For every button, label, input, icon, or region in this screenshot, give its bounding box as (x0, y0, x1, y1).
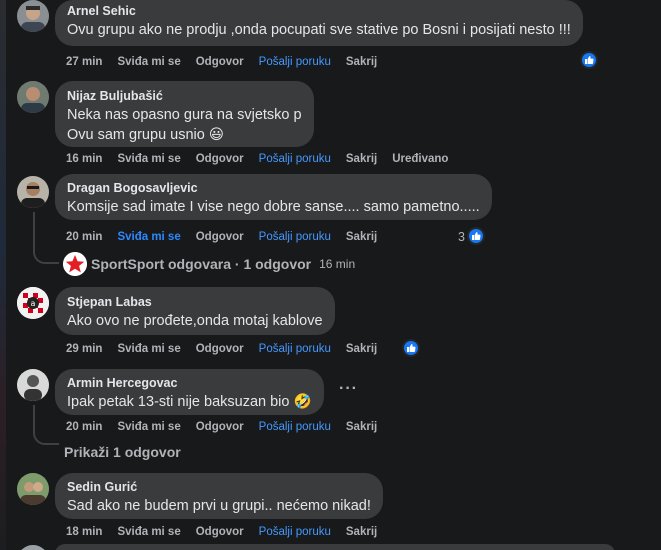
hide-button[interactable]: Sakrij (346, 526, 377, 538)
send-message-link[interactable]: Pošalji poruku (259, 56, 331, 68)
comment-text: Ovu grupu ako ne prodju ,onda pocupati s… (67, 22, 571, 38)
comment-actions: 18 min Sviđa mi se Odgovor Pošalji poruk… (66, 526, 392, 538)
reply-summary-row[interactable]: SportSport odgovara · 1 odgovor 16 min (91, 256, 355, 272)
thread-connector (33, 212, 59, 264)
comment-text: Komsije sad imate I vise nego dobre sans… (67, 199, 480, 215)
more-options-icon[interactable]: ··· (339, 380, 358, 398)
like-button[interactable]: Sviđa mi se (117, 153, 180, 165)
comment-bubble: Nijaz Buljubašić Neka nas opasno gura na… (55, 81, 314, 147)
comment-actions: 16 min Sviđa mi se Odgovor Pošalji poruk… (66, 153, 463, 165)
send-message-link[interactable]: Pošalji poruku (259, 343, 331, 355)
avatar[interactable] (17, 473, 49, 505)
reply-button[interactable]: Odgovor (196, 153, 244, 165)
hide-button[interactable]: Sakrij (346, 153, 377, 165)
hide-button[interactable]: Sakrij (346, 231, 377, 243)
comment-actions: 20 min Sviđa mi se Odgovor Pošalji poruk… (66, 231, 392, 243)
comment-bubble: Stjepan Labas Ako ovo ne prođete,onda mo… (55, 287, 335, 335)
thumbs-up-icon[interactable] (467, 227, 485, 245)
like-button[interactable]: Sviđa mi se (117, 56, 180, 68)
comment-time[interactable]: 20 min (66, 231, 102, 243)
like-button[interactable]: Sviđa mi se (117, 231, 180, 243)
show-replies-button[interactable]: Prikaži 1 odgovor (64, 444, 181, 460)
comment-actions: 27 min Sviđa mi se Odgovor Pošalji poruk… (66, 56, 392, 68)
comment-actions: 29 min Sviđa mi se Odgovor Pošalji poruk… (66, 343, 392, 355)
reply-button[interactable]: Odgovor (196, 526, 244, 538)
comment-time[interactable]: 27 min (66, 56, 102, 68)
comment-author[interactable]: Armin Hercegovac (67, 375, 312, 392)
left-edge-strip (0, 0, 6, 550)
reaction-count[interactable]: 3 (458, 230, 465, 244)
hide-button[interactable]: Sakrij (346, 421, 377, 433)
avatar[interactable] (17, 369, 49, 401)
comment-bubble: Arnel Sehic Ovu grupu ako ne prodju ,ond… (55, 0, 583, 46)
reply-button[interactable]: Odgovor (196, 421, 244, 433)
send-message-link[interactable]: Pošalji poruku (259, 231, 331, 243)
comment-author[interactable]: Stjepan Labas (67, 294, 323, 311)
comment-time[interactable]: 16 min (66, 153, 102, 165)
comment-author[interactable]: Dragan Bogosavljevic (67, 180, 480, 197)
comment-time[interactable]: 20 min (66, 421, 102, 433)
like-button[interactable]: Sviđa mi se (117, 421, 180, 433)
reply-button[interactable]: Odgovor (196, 231, 244, 243)
comment-text: Sad ako ne budem prvi u grupi.. nećemo n… (67, 498, 371, 514)
send-message-link[interactable]: Pošalji poruku (259, 421, 331, 433)
comment-text: Ako ovo ne prođete,onda motaj kablove (67, 313, 323, 329)
comment-bubble: Armin Hercegovac Ipak petak 13-sti nije … (55, 369, 324, 415)
comment-bubble: Dragan Bogosavljevic Komsije sad imate I… (55, 174, 492, 220)
edited-label[interactable]: Uređivano (392, 153, 448, 165)
comment-author[interactable]: Nijaz Buljubašić (67, 88, 302, 105)
comment-author[interactable]: Arnel Sehic (67, 3, 571, 20)
comment-actions: 20 min Sviđa mi se Odgovor Pošalji poruk… (66, 421, 392, 433)
avatar[interactable]: a (17, 287, 49, 319)
show-replies-label[interactable]: Prikaži 1 odgovor (64, 444, 181, 460)
comment-time[interactable]: 29 min (66, 343, 102, 355)
like-button[interactable]: Sviđa mi se (117, 526, 180, 538)
comment-text: Ovu sam grupu usnio 😃 (67, 127, 224, 143)
avatar[interactable] (17, 545, 49, 550)
hide-button[interactable]: Sakrij (346, 343, 377, 355)
send-message-link[interactable]: Pošalji poruku (259, 153, 331, 165)
comment-text: Ipak petak 13-sti nije baksuzan bio 🤣 (67, 394, 312, 410)
hide-button[interactable]: Sakrij (346, 56, 377, 68)
comment-time[interactable]: 18 min (66, 526, 102, 538)
thumbs-up-icon[interactable] (580, 51, 598, 69)
like-button[interactable]: Sviđa mi se (117, 343, 180, 355)
avatar[interactable] (17, 0, 49, 32)
comment-author[interactable]: Sedin Gurić (67, 479, 371, 496)
send-message-link[interactable]: Pošalji poruku (259, 526, 331, 538)
avatar[interactable] (17, 81, 49, 113)
reply-time[interactable]: 16 min (319, 257, 355, 271)
avatar[interactable] (17, 176, 49, 208)
sportsport-logo-icon[interactable] (63, 252, 87, 276)
comment-bubble: Sedin Gurić Sad ako ne budem prvi u grup… (55, 473, 383, 519)
thread-connector (33, 405, 59, 445)
reply-button[interactable]: Odgovor (196, 343, 244, 355)
comment-bubble (55, 544, 615, 550)
reply-button[interactable]: Odgovor (196, 56, 244, 68)
svg-text:a: a (31, 299, 36, 308)
comment-text: Neka nas opasno gura na svjetsko p (67, 107, 302, 123)
reply-summary[interactable]: SportSport odgovara · 1 odgovor (91, 256, 311, 272)
thumbs-up-icon[interactable] (402, 339, 420, 357)
